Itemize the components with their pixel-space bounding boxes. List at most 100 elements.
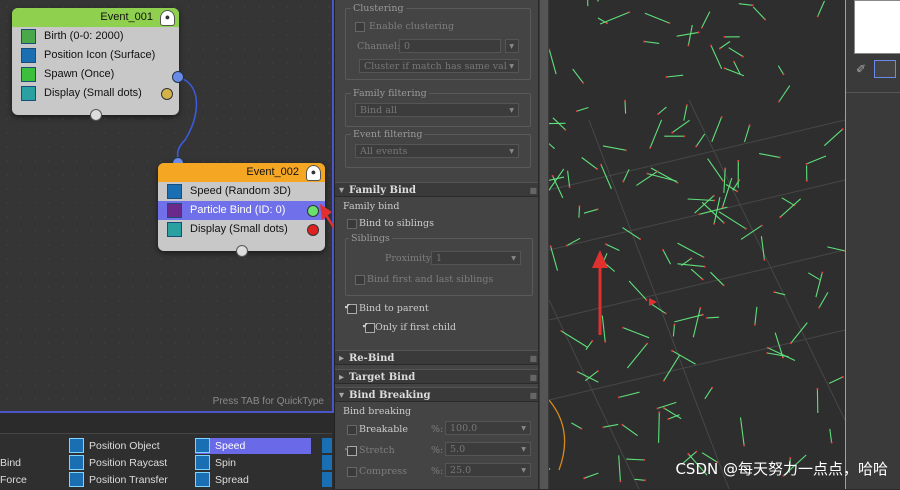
re-bind-rollout[interactable]: Re-Bind■ bbox=[335, 350, 541, 365]
display-color-swatch[interactable] bbox=[161, 88, 173, 100]
particle-stroke bbox=[603, 146, 626, 150]
particle-view-graph[interactable]: Event_001 ● Birth (0-0: 2000) Position I… bbox=[0, 0, 334, 413]
particle-dot bbox=[645, 299, 647, 301]
birth-operator[interactable]: Birth (0-0: 2000) bbox=[12, 27, 179, 46]
event-001-header[interactable]: Event_001 ● bbox=[12, 8, 179, 27]
spawn-output-port[interactable] bbox=[172, 71, 184, 83]
breakable-spinner[interactable]: 100.0 bbox=[445, 421, 531, 435]
enable-clustering-checkbox[interactable] bbox=[355, 22, 365, 32]
family-filtering-title: Family filtering bbox=[351, 88, 429, 99]
particle-stroke bbox=[761, 236, 764, 260]
family-bind-rollout[interactable]: Family Bind■ bbox=[335, 182, 541, 197]
display-operator[interactable]: Display (Small dots) bbox=[158, 220, 325, 239]
particle-dot bbox=[763, 259, 765, 261]
particle-scene bbox=[549, 0, 845, 489]
particle-bind-operator[interactable]: Particle Bind (ID: 0) bbox=[158, 201, 325, 220]
particle-dot bbox=[743, 444, 745, 446]
particle-stroke bbox=[678, 243, 704, 257]
particle-stroke bbox=[645, 13, 669, 23]
particle-stroke bbox=[779, 86, 790, 102]
event-001-output-knob[interactable] bbox=[90, 109, 102, 121]
parameters-panel[interactable]: Clustering Enable clustering Channel: 0 … bbox=[334, 0, 545, 489]
particle-dot bbox=[782, 73, 784, 75]
cluster-dropdown[interactable]: Cluster if match has same val bbox=[359, 59, 519, 73]
lightbulb-icon[interactable]: ● bbox=[306, 165, 321, 181]
spawn-operator[interactable]: Spawn (Once) bbox=[12, 65, 179, 84]
channel-spinner[interactable] bbox=[505, 39, 519, 53]
stretch-spinner[interactable]: 5.0 bbox=[445, 442, 531, 456]
particle-dot bbox=[779, 156, 781, 158]
display-operator[interactable]: Display (Small dots) bbox=[12, 84, 179, 103]
particle-dot bbox=[686, 104, 688, 106]
particle-dot bbox=[701, 27, 703, 29]
spin-icon bbox=[195, 455, 210, 470]
depot-item-position-transfer[interactable]: Position Transfer bbox=[69, 472, 194, 488]
3d-viewport[interactable] bbox=[549, 0, 845, 489]
particle-stroke bbox=[606, 244, 619, 250]
particle-dot bbox=[649, 147, 651, 149]
compress-checkbox[interactable] bbox=[347, 467, 357, 477]
particle-stroke bbox=[684, 105, 687, 120]
particle-dot bbox=[736, 190, 738, 192]
particle-stroke bbox=[598, 0, 615, 1]
target-bind-rollout[interactable]: Target Bind■ bbox=[335, 369, 541, 384]
depot-item-position-raycast[interactable]: Position Raycast bbox=[69, 455, 194, 471]
event-002-node[interactable]: Event_002 ● Speed (Random 3D) Particle B… bbox=[158, 163, 325, 251]
particle-dot bbox=[821, 272, 823, 274]
speed-operator[interactable]: Speed (Random 3D) bbox=[158, 182, 325, 201]
event-002-output-knob[interactable] bbox=[236, 245, 248, 257]
command-panel-edge[interactable]: ✐ bbox=[845, 0, 900, 489]
channel-field[interactable]: 0 bbox=[399, 39, 501, 53]
particle-dot bbox=[713, 195, 715, 197]
depot-item-spread[interactable]: Spread bbox=[195, 472, 311, 488]
depot-item-bind[interactable]: Bind bbox=[0, 455, 21, 471]
pin-icon[interactable]: ✐ bbox=[856, 62, 866, 76]
bind-siblings-checkbox[interactable] bbox=[347, 219, 357, 229]
only-first-child-label: Only if first child bbox=[375, 322, 456, 333]
compress-spinner[interactable]: 25.0 bbox=[445, 463, 531, 477]
particle-dot bbox=[683, 135, 685, 137]
check-mark-icon: ✔ bbox=[344, 444, 351, 453]
event-filtering-dropdown[interactable]: All events bbox=[355, 144, 519, 158]
scrollbar-thumb[interactable] bbox=[540, 0, 548, 489]
particle-stroke bbox=[712, 117, 722, 142]
particle-dot bbox=[605, 243, 607, 245]
particle-dot bbox=[550, 245, 552, 247]
particle-stroke bbox=[755, 307, 757, 325]
toggle-button[interactable] bbox=[874, 60, 896, 78]
depot-item-position-object[interactable]: Position Object bbox=[69, 438, 194, 454]
bind-breaking-rollout[interactable]: Bind Breaking■ bbox=[335, 387, 541, 402]
particle-stroke bbox=[782, 198, 795, 206]
proximity-spinner[interactable]: 1 bbox=[431, 251, 521, 265]
family-filtering-dropdown[interactable]: Bind all bbox=[355, 103, 519, 117]
particle-dot bbox=[749, 124, 751, 126]
particle-dot bbox=[674, 324, 676, 326]
depot-item-force[interactable]: Force bbox=[0, 472, 27, 488]
particle-stroke bbox=[586, 341, 592, 350]
panel-scrollbar[interactable] bbox=[538, 0, 549, 489]
compress-label: Compress bbox=[359, 466, 407, 477]
particle-dot bbox=[724, 67, 726, 69]
particle-stroke bbox=[664, 355, 680, 381]
particle-dot bbox=[817, 15, 819, 17]
particle-stroke bbox=[819, 292, 828, 307]
first-last-siblings-checkbox[interactable] bbox=[355, 275, 365, 285]
depot-item-speed[interactable]: Speed bbox=[195, 438, 311, 454]
particle-cloud bbox=[549, 0, 845, 482]
lightbulb-icon[interactable]: ● bbox=[160, 10, 175, 26]
particle-dot bbox=[754, 324, 756, 326]
rollout-title: Re-Bind bbox=[349, 353, 394, 364]
particle-stroke bbox=[584, 473, 598, 478]
particle-stroke bbox=[549, 459, 550, 470]
particle-stroke bbox=[650, 120, 662, 148]
operator-label: Spawn (Once) bbox=[44, 68, 114, 80]
position-raycast-icon bbox=[69, 455, 84, 470]
operator-depot[interactable]: Bind Force Position Object Position Rayc… bbox=[0, 433, 332, 490]
particle-dot bbox=[677, 182, 679, 184]
depot-item-spin[interactable]: Spin bbox=[195, 455, 311, 471]
event-002-header[interactable]: Event_002 ● bbox=[158, 163, 325, 182]
breakable-checkbox[interactable] bbox=[347, 425, 357, 435]
particle-stroke bbox=[705, 388, 712, 399]
event-001-node[interactable]: Event_001 ● Birth (0-0: 2000) Position I… bbox=[12, 8, 179, 115]
position-icon-operator[interactable]: Position Icon (Surface) bbox=[12, 46, 179, 65]
